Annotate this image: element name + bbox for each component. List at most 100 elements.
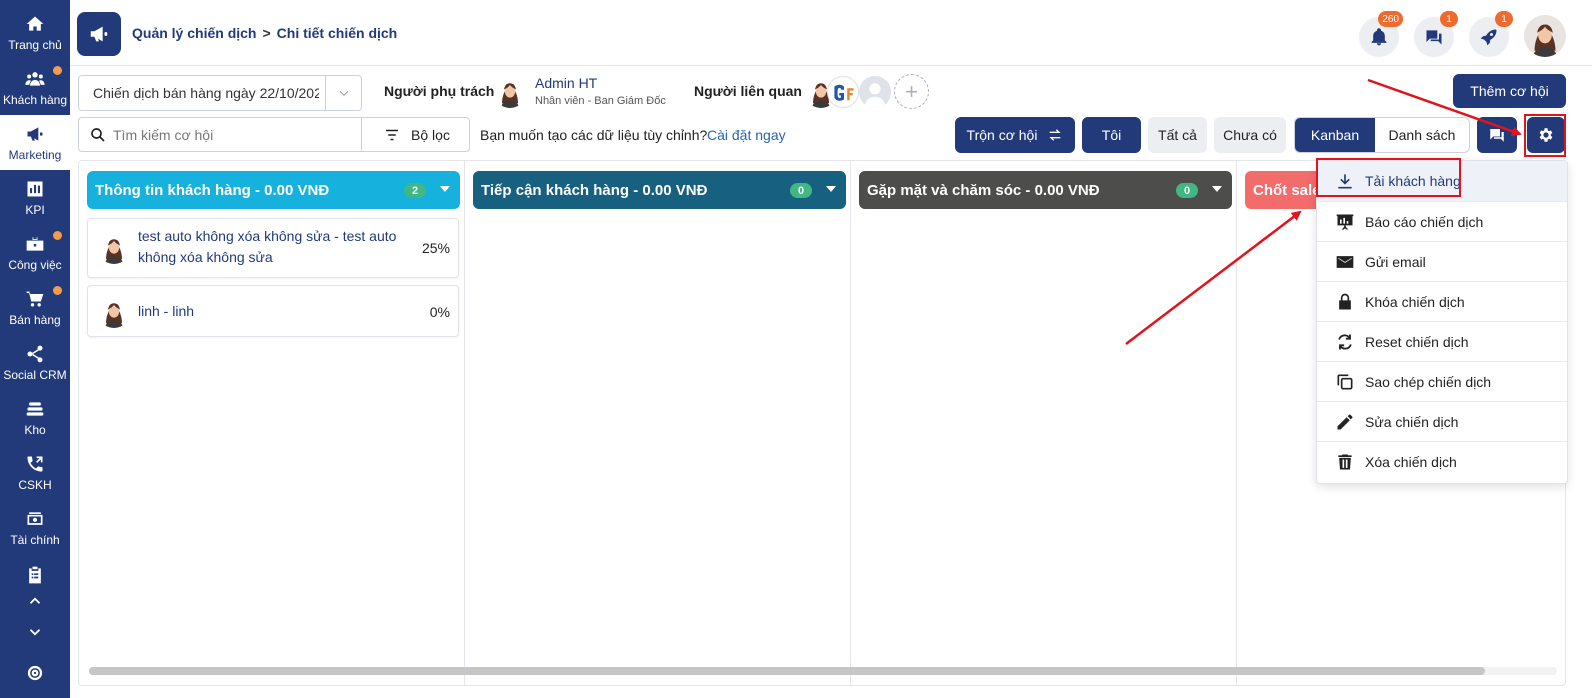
filter-unassigned-button[interactable]: Chưa có	[1214, 117, 1286, 153]
sidebar-item-customers[interactable]: Khách hàng	[0, 60, 70, 115]
sidebar-support[interactable]	[0, 658, 70, 688]
campaign-select-value: Chiến dịch bán hàng ngày 22/10/2025	[93, 85, 319, 101]
sidebar-item-home[interactable]: Trang chủ	[0, 5, 70, 60]
menu-item-label: Xóa chiến dịch	[1365, 453, 1457, 470]
settings-button[interactable]	[1527, 117, 1565, 153]
owner-name[interactable]: Admin HT	[535, 75, 597, 91]
menu-item-campaign-report[interactable]: Báo cáo chiến dịch	[1317, 201, 1567, 241]
column-header[interactable]: Gặp mặt và chăm sóc - 0.00 VNĐ 0	[859, 171, 1232, 209]
notification-dot	[53, 66, 62, 75]
sidebar-item-social-crm[interactable]: Social CRM	[0, 335, 70, 390]
updates-button[interactable]: 1	[1469, 11, 1513, 57]
sidebar-item-tasks[interactable]: Công việc	[0, 225, 70, 280]
caret-down-icon[interactable]	[826, 186, 836, 192]
pencil-icon	[1337, 414, 1353, 429]
mix-opportunities-button[interactable]: Trộn cơ hội	[955, 117, 1075, 153]
lock-icon	[1339, 293, 1351, 309]
card-avatar	[98, 296, 130, 328]
sidebar-item-label: CSKH	[18, 477, 52, 492]
add-opportunity-button[interactable]: Thêm cơ hội	[1453, 74, 1566, 108]
filter-mine-button[interactable]: Tôi	[1082, 117, 1141, 153]
copy-icon	[1337, 374, 1353, 389]
filter-button[interactable]: Bộ lọc	[361, 118, 471, 151]
related-label: Người liên quan	[694, 83, 802, 99]
menu-item-download-customers[interactable]: Tải khách hàng	[1317, 161, 1567, 201]
user-avatar[interactable]	[1524, 15, 1566, 57]
menu-item-edit-campaign[interactable]: Sửa chiến dịch	[1317, 401, 1567, 441]
column-header[interactable]: Thông tin khách hàng - 0.00 VNĐ 2	[87, 171, 460, 209]
menu-item-reset-campaign[interactable]: Reset chiến dịch	[1317, 321, 1567, 361]
menu-item-copy-campaign[interactable]: Sao chép chiến dịch	[1317, 361, 1567, 401]
card-percent: 25%	[421, 240, 450, 256]
chevron-down-icon	[29, 629, 41, 636]
column-title: Chốt sale	[1253, 181, 1321, 199]
logo-icon	[828, 77, 858, 107]
app: Trang chủ Khách hàng Marketing KPI Công …	[0, 0, 1592, 698]
column-header[interactable]: Tiếp cận khách hàng - 0.00 VNĐ 0	[473, 171, 846, 209]
card-title[interactable]: linh - linh	[138, 301, 408, 322]
sidebar-item-finance[interactable]: Tài chính	[0, 500, 70, 555]
sidebar-item-warehouse[interactable]: Kho	[0, 390, 70, 445]
reset-icon	[1338, 333, 1352, 350]
messages-button[interactable]: 1	[1414, 11, 1458, 57]
chevron-up-icon	[29, 597, 41, 604]
sidebar-item-sales[interactable]: Bán hàng	[0, 280, 70, 335]
cart-icon	[26, 291, 44, 306]
column-count: 0	[1176, 183, 1198, 198]
megaphone-icon	[90, 26, 108, 42]
share-icon	[27, 345, 43, 362]
search-input[interactable]	[113, 124, 353, 146]
plus-icon: +	[905, 78, 918, 104]
related-avatar-2[interactable]	[827, 76, 859, 108]
related-avatar-3[interactable]	[859, 76, 891, 108]
chat-button[interactable]	[1477, 117, 1517, 153]
add-related-person-button[interactable]: +	[894, 74, 929, 109]
sidebar-item-marketing[interactable]: Marketing	[0, 115, 70, 170]
kanban-view-button[interactable]: Kanban	[1295, 118, 1375, 152]
avatar-icon	[98, 296, 130, 328]
custom-data-setup-link[interactable]: Cài đặt ngay	[707, 127, 786, 143]
sidebar: Trang chủ Khách hàng Marketing KPI Công …	[0, 0, 70, 698]
owner-label: Người phụ trách	[384, 83, 495, 99]
bell-icon	[1371, 28, 1387, 46]
sidebar-item-customer-care[interactable]: CSKH	[0, 445, 70, 500]
list-view-button[interactable]: Danh sách	[1375, 118, 1469, 152]
filter-all-button[interactable]: Tất cả	[1148, 117, 1207, 153]
marketing-home-button[interactable]	[77, 12, 121, 56]
notifications-button[interactable]: 260	[1359, 11, 1403, 57]
filter-label: Bộ lọc	[411, 126, 450, 143]
opportunity-card[interactable]: linh - linh 0%	[87, 285, 459, 337]
custom-data-question: Bạn muốn tạo các dữ liệu tùy chỉnh?	[480, 127, 708, 143]
menu-item-lock-campaign[interactable]: Khóa chiến dịch	[1317, 281, 1567, 321]
sidebar-scroll-down[interactable]	[0, 618, 70, 646]
trash-icon	[1338, 454, 1352, 469]
megaphone-icon	[27, 126, 43, 141]
breadcrumb-separator: >	[262, 25, 271, 41]
menu-item-label: Sửa chiến dịch	[1365, 413, 1459, 430]
sidebar-scroll-up[interactable]	[0, 587, 70, 615]
breadcrumb-root[interactable]: Quản lý chiến dịch	[132, 25, 256, 41]
kanban-column: Thông tin khách hàng - 0.00 VNĐ 2 test a…	[79, 161, 465, 685]
scrollbar-thumb[interactable]	[89, 667, 1485, 675]
presentation-icon	[1336, 214, 1354, 229]
phone-icon	[27, 456, 43, 471]
menu-item-send-email[interactable]: Gửi email	[1317, 241, 1567, 281]
caret-down-icon[interactable]	[440, 186, 450, 192]
home-icon	[26, 16, 44, 31]
menu-item-delete-campaign[interactable]: Xóa chiến dịch	[1317, 441, 1567, 481]
card-avatar	[98, 232, 130, 264]
breadcrumb: Quản lý chiến dịch > Chi tiết chiến dịch	[132, 25, 397, 41]
sidebar-item-label: KPI	[25, 202, 45, 217]
opportunity-card[interactable]: test auto không xóa không sửa - test aut…	[87, 218, 459, 278]
campaign-select[interactable]: Chiến dịch bán hàng ngày 22/10/2025	[78, 75, 362, 111]
sidebar-item-label: Trang chủ	[8, 37, 62, 52]
search-icon	[91, 128, 105, 142]
bar-chart-icon	[27, 181, 43, 196]
campaign-select-caret[interactable]	[325, 76, 361, 110]
sidebar-item-kpi[interactable]: KPI	[0, 170, 70, 225]
caret-down-icon[interactable]	[1212, 186, 1222, 192]
updates-badge: 1	[1495, 11, 1513, 27]
menu-item-label: Tải khách hàng	[1365, 173, 1461, 189]
card-title[interactable]: test auto không xóa không sửa - test aut…	[138, 226, 408, 268]
horizontal-scrollbar[interactable]	[89, 667, 1557, 675]
